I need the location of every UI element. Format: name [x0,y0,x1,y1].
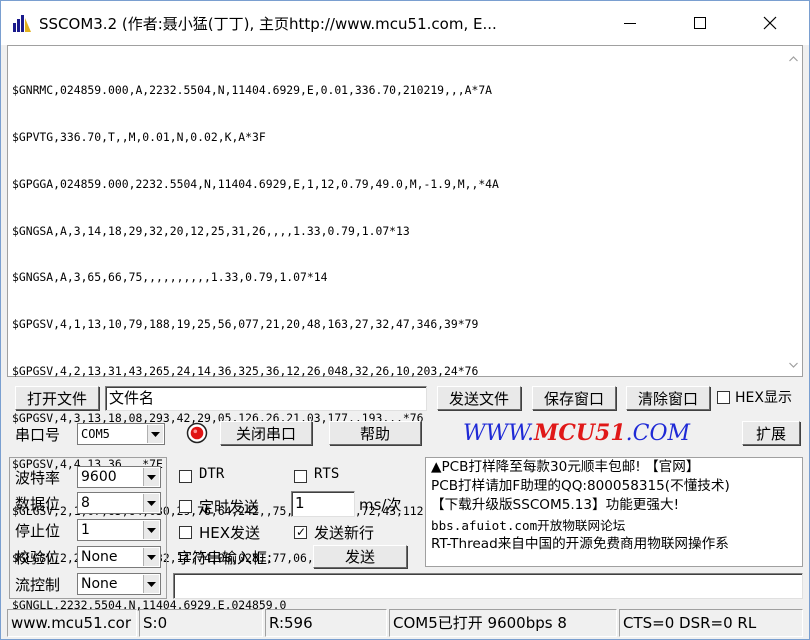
chevron-down-icon[interactable] [143,575,159,593]
chevron-down-icon[interactable] [147,425,163,443]
stop-bits-select[interactable]: 1 [77,519,161,541]
data-bits-label: 数据位 [15,495,61,513]
flow-control-label: 流控制 [15,576,61,594]
brand-part-3: .COM [625,421,691,446]
log-line: $GPGSV,4,1,13,10,79,188,19,25,56,077,21,… [12,317,479,332]
minimize-icon [624,23,636,24]
timed-send-checkbox[interactable] [179,500,192,513]
log-scrollbar[interactable] [785,46,802,376]
send-newline-label: 发送新行 [314,524,375,542]
notice-panel: ▲PCB打样降至每款30元顺丰包邮! 【官网】 PCB打样请加F助理的QQ:80… [425,457,803,567]
title-bar[interactable]: SSCOM3.2 (作者:聂小猛(丁丁), 主页http://www.mcu51… [1,1,809,45]
close-icon [763,16,777,30]
baud-rate-select[interactable]: 9600 [77,466,161,488]
port-label: 串口号 [15,426,61,444]
receive-log-area[interactable]: $GNRMC,024859.000,A,2232.5504,N,11404.69… [7,45,803,612]
expand-button[interactable]: 扩展 [742,421,800,445]
send-interval-input[interactable]: 1 [291,491,355,517]
hex-send-checkbox[interactable] [179,526,192,539]
maximize-icon [694,17,706,29]
send-button[interactable]: 发送 [313,545,407,568]
parity-select[interactable]: None [77,546,161,568]
parity-label: 校验位 [15,549,61,567]
chevron-down-icon[interactable] [143,548,159,566]
status-line-signals: CTS=0 DSR=0 RL [619,609,803,637]
log-line: $GNGSA,A,3,14,18,29,32,20,12,25,31,26,,,… [12,223,410,238]
rts-checkbox[interactable] [294,470,307,483]
data-bits-select[interactable]: 8 [77,492,161,514]
baud-rate-label: 波特率 [15,469,61,487]
string-input-label: 字符串输入框: [177,549,273,567]
minimize-button[interactable] [607,1,653,45]
log-line: $GPGSV,4,2,13,31,43,265,24,14,36,325,36,… [12,363,479,378]
dtr-checkbox[interactable] [179,470,192,483]
hex-display-checkbox[interactable] [717,391,730,404]
notice-line-forum[interactable]: bbs.afuiot.com开放物联网论坛 [426,516,802,535]
status-site: www.mcu51.cor [7,609,137,637]
status-port-state: COM5已打开 9600bps 8 [389,609,617,637]
notice-line-qq[interactable]: PCB打样请加F助理的QQ:800058315(不懂技术) [426,477,802,496]
status-sent-count: S:0 [139,609,263,637]
hex-display-label: HEX显示 [735,390,792,406]
notice-line-pcb-promo[interactable]: ▲PCB打样降至每款30元顺丰包邮! 【官网】 [426,458,802,477]
window-title: SSCOM3.2 (作者:聂小猛(丁丁), 主页http://www.mcu51… [39,15,497,33]
open-file-button[interactable]: 打开文件 [15,386,99,410]
chevron-down-icon[interactable] [143,468,159,486]
send-newline-checkbox[interactable]: ✓ [294,525,307,539]
send-text-input[interactable] [173,573,803,599]
brand-part-2: MCU51 [533,420,626,446]
port-select[interactable]: COM5 [77,423,165,445]
stop-bits-label: 停止位 [15,522,61,540]
close-port-button[interactable]: 关闭串口 [220,421,312,445]
sscom-window: SSCOM3.2 (作者:聂小猛(丁丁), 主页http://www.mcu51… [0,0,810,640]
notice-line-rtthread[interactable]: RT-Thread来自中国的开源免费商用物联网操作系 [426,535,802,554]
help-button[interactable]: 帮助 [329,421,421,445]
checkmark-icon: ✓ [296,525,307,539]
brand-part-1: WWW. [463,421,534,446]
save-window-button[interactable]: 保存窗口 [532,386,616,410]
port-select-value: COM5 [81,427,110,441]
close-button[interactable] [747,1,793,45]
timed-send-label: 定时发送 [199,498,260,516]
filename-input[interactable]: 文件名 [105,386,427,411]
port-status-led-icon [186,422,208,448]
rts-label: RTS [314,466,340,482]
log-line: $GNRMC,024859.000,A,2232.5504,N,11404.69… [12,83,493,98]
app-icon [11,12,33,34]
scroll-up-arrow-icon[interactable] [789,50,798,66]
send-file-button[interactable]: 发送文件 [437,386,521,410]
scroll-down-arrow-icon[interactable] [789,356,798,372]
notice-line-download[interactable]: 【下载升级版SSCOM5.13】功能更强大! [426,496,802,515]
brand-link[interactable]: WWW.MCU51.COM [463,420,690,446]
flow-control-select[interactable]: None [77,573,161,595]
parity-value: None [81,549,118,565]
interval-unit-label: ms/次 [359,496,402,514]
data-bits-value: 8 [81,495,90,511]
clear-window-button[interactable]: 清除窗口 [626,386,710,410]
maximize-button[interactable] [677,1,723,45]
baud-rate-value: 9600 [81,469,117,485]
log-line: $GNGSA,A,3,65,66,75,,,,,,,,,,1.33,0.79,1… [12,270,328,285]
flow-control-value: None [81,576,118,592]
hex-send-label: HEX发送 [199,524,261,542]
log-line: $GPVTG,336.70,T,,M,0.01,N,0.02,K,A*3F [12,129,266,144]
stop-bits-value: 1 [81,522,90,538]
status-received-count: R:596 [265,609,387,637]
log-line: $GPGGA,024859.000,2232.5504,N,11404.6929… [12,176,499,191]
chevron-down-icon[interactable] [143,494,159,512]
dtr-label: DTR [199,466,225,482]
chevron-down-icon[interactable] [143,521,159,539]
